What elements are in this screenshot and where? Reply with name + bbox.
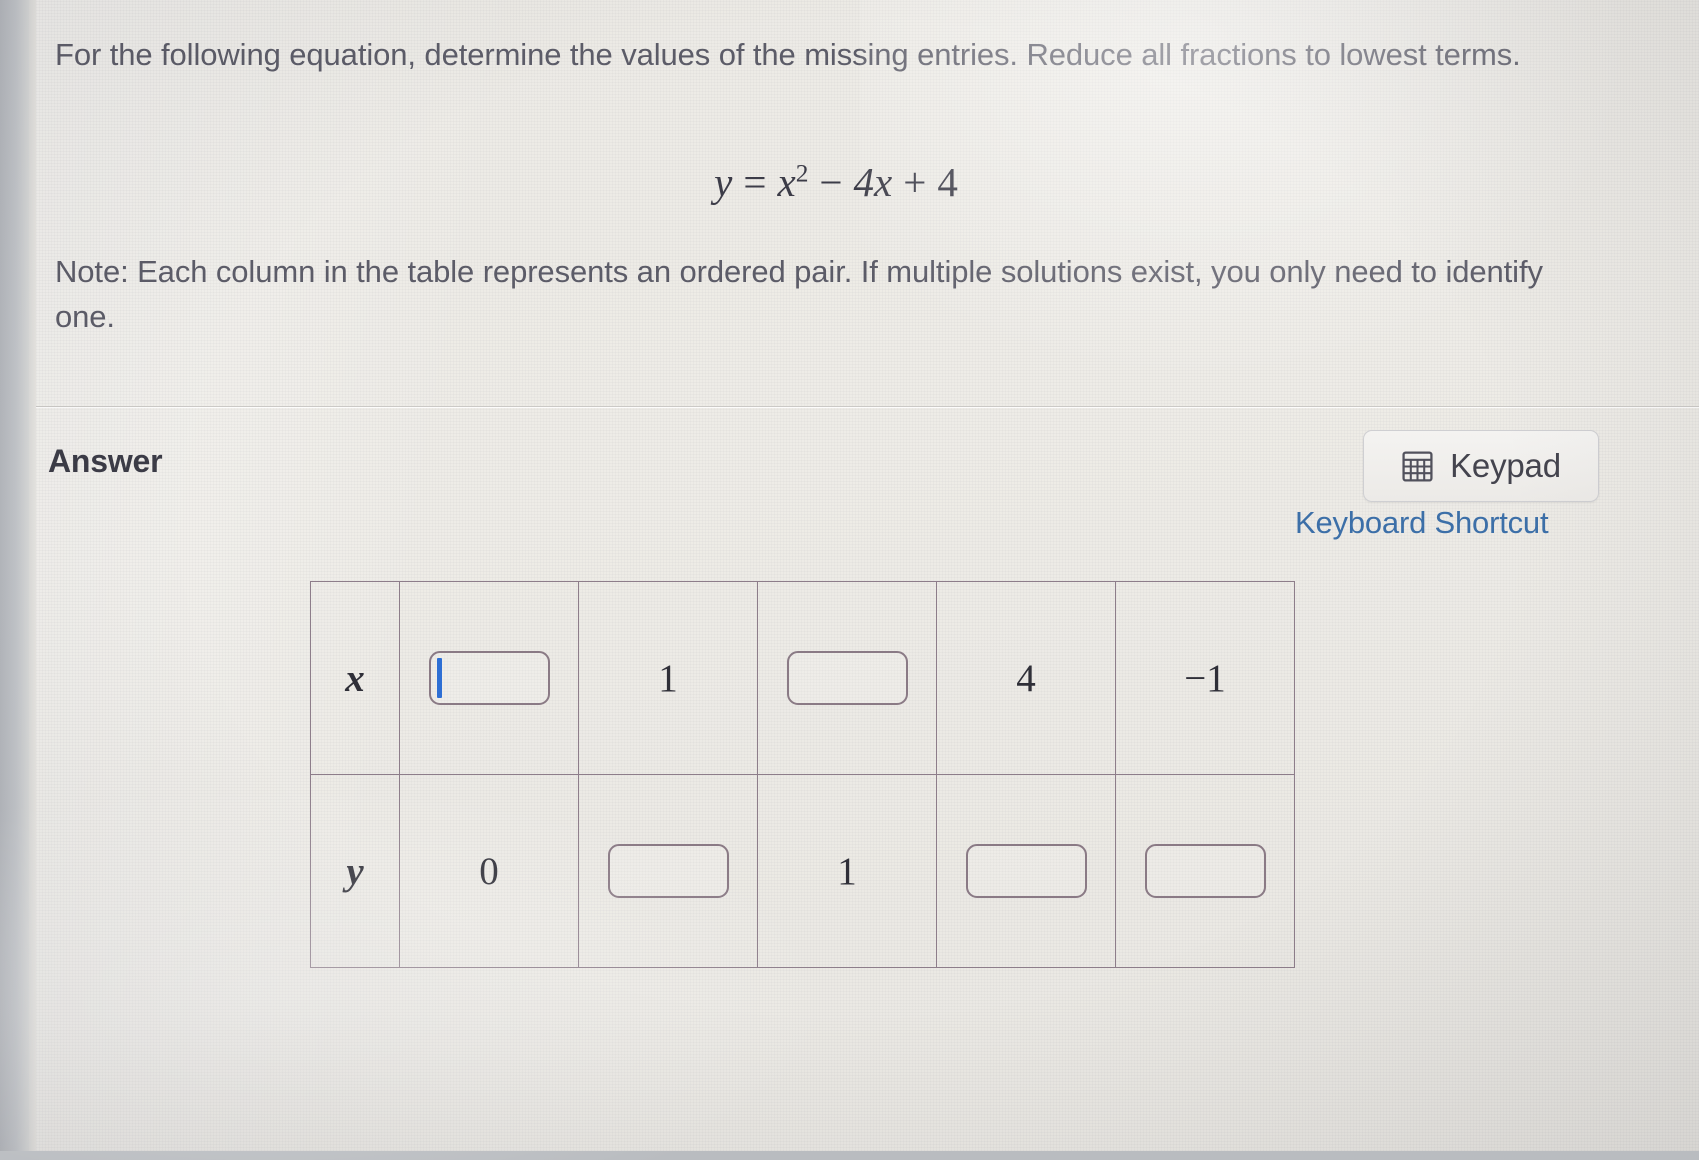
cell-x-1[interactable] [400,582,579,775]
cell-y-2[interactable] [579,775,758,968]
equation-relation: = [743,159,766,205]
row-label-x: x [311,582,400,775]
answer-heading: Answer [48,443,162,480]
equation-display: y=x2−4x+4 [36,158,1636,206]
answer-table: x 1 4 −1 y 0 1 [310,581,1295,968]
cell-y-4[interactable] [937,775,1116,968]
left-gutter-edge [29,0,36,1151]
input-y-4[interactable] [966,844,1087,898]
text-caret [437,658,442,698]
equation-term1-exponent: 2 [796,159,809,187]
keypad-button-label: Keypad [1450,447,1561,485]
problem-note: Note: Each column in the table represent… [55,250,1575,339]
input-x-3[interactable] [787,651,908,705]
cell-y-3: 1 [758,775,937,968]
cell-x-4: 4 [937,582,1116,775]
equation-term2: 4x [854,159,893,205]
input-y-2[interactable] [608,844,729,898]
left-gutter [0,0,29,1151]
input-y-5[interactable] [1145,844,1266,898]
cell-x-3[interactable] [758,582,937,775]
keypad-grid-icon [1401,450,1434,483]
equation-term3: 4 [937,159,958,205]
input-x-1[interactable] [429,651,550,705]
answer-table-wrapper: x 1 4 −1 y 0 1 [310,581,1295,968]
table-row-x: x 1 4 −1 [311,582,1295,775]
row-label-y: y [311,775,400,968]
cell-x-2: 1 [579,582,758,775]
cell-x-5: −1 [1116,582,1295,775]
problem-content: For the following equation, determine th… [36,0,1699,1151]
section-divider [36,406,1699,407]
cell-y-5[interactable] [1116,775,1295,968]
problem-instruction: For the following equation, determine th… [55,33,1575,78]
keyboard-shortcut-link[interactable]: Keyboard Shortcut [1295,505,1548,541]
equation-operator-2: + [903,159,926,205]
cell-y-1: 0 [400,775,579,968]
equation-lhs: y [714,159,732,205]
table-row-y: y 0 1 [311,775,1295,968]
equation-term1-base: x [777,159,795,205]
keypad-button[interactable]: Keypad [1363,430,1599,502]
equation-operator-1: − [819,159,842,205]
